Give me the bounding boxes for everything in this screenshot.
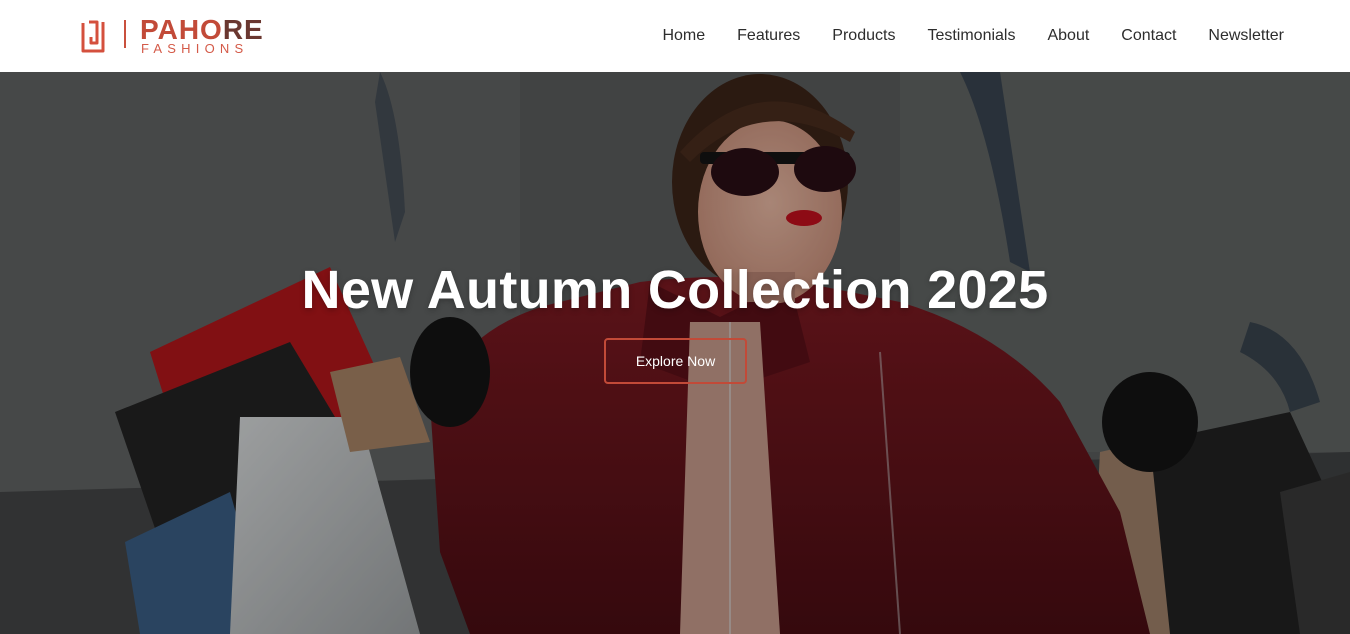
brand-tagline: FASHIONS: [141, 41, 249, 56]
nav-link-about[interactable]: About: [1047, 26, 1089, 46]
brand-logo[interactable]: PAHORE FASHIONS: [80, 14, 280, 60]
nav-link-contact[interactable]: Contact: [1121, 26, 1176, 46]
nav-link-products[interactable]: Products: [832, 26, 895, 46]
hero-title: New Autumn Collection 2025: [301, 260, 1049, 320]
nav-link-features[interactable]: Features: [737, 26, 800, 46]
nav-link-testimonials[interactable]: Testimonials: [927, 26, 1015, 46]
explore-now-button[interactable]: Explore Now: [604, 338, 747, 384]
brand-mark-icon: [81, 20, 105, 53]
nav-link-home[interactable]: Home: [662, 26, 705, 46]
hero-section: New Autumn Collection 2025 Explore Now: [0, 72, 1350, 634]
nav-link-newsletter[interactable]: Newsletter: [1208, 26, 1284, 46]
site-header: PAHORE FASHIONS Home Features Products T…: [0, 0, 1350, 72]
logo-divider: [124, 20, 126, 48]
main-nav: Home Features Products Testimonials Abou…: [662, 0, 1284, 72]
